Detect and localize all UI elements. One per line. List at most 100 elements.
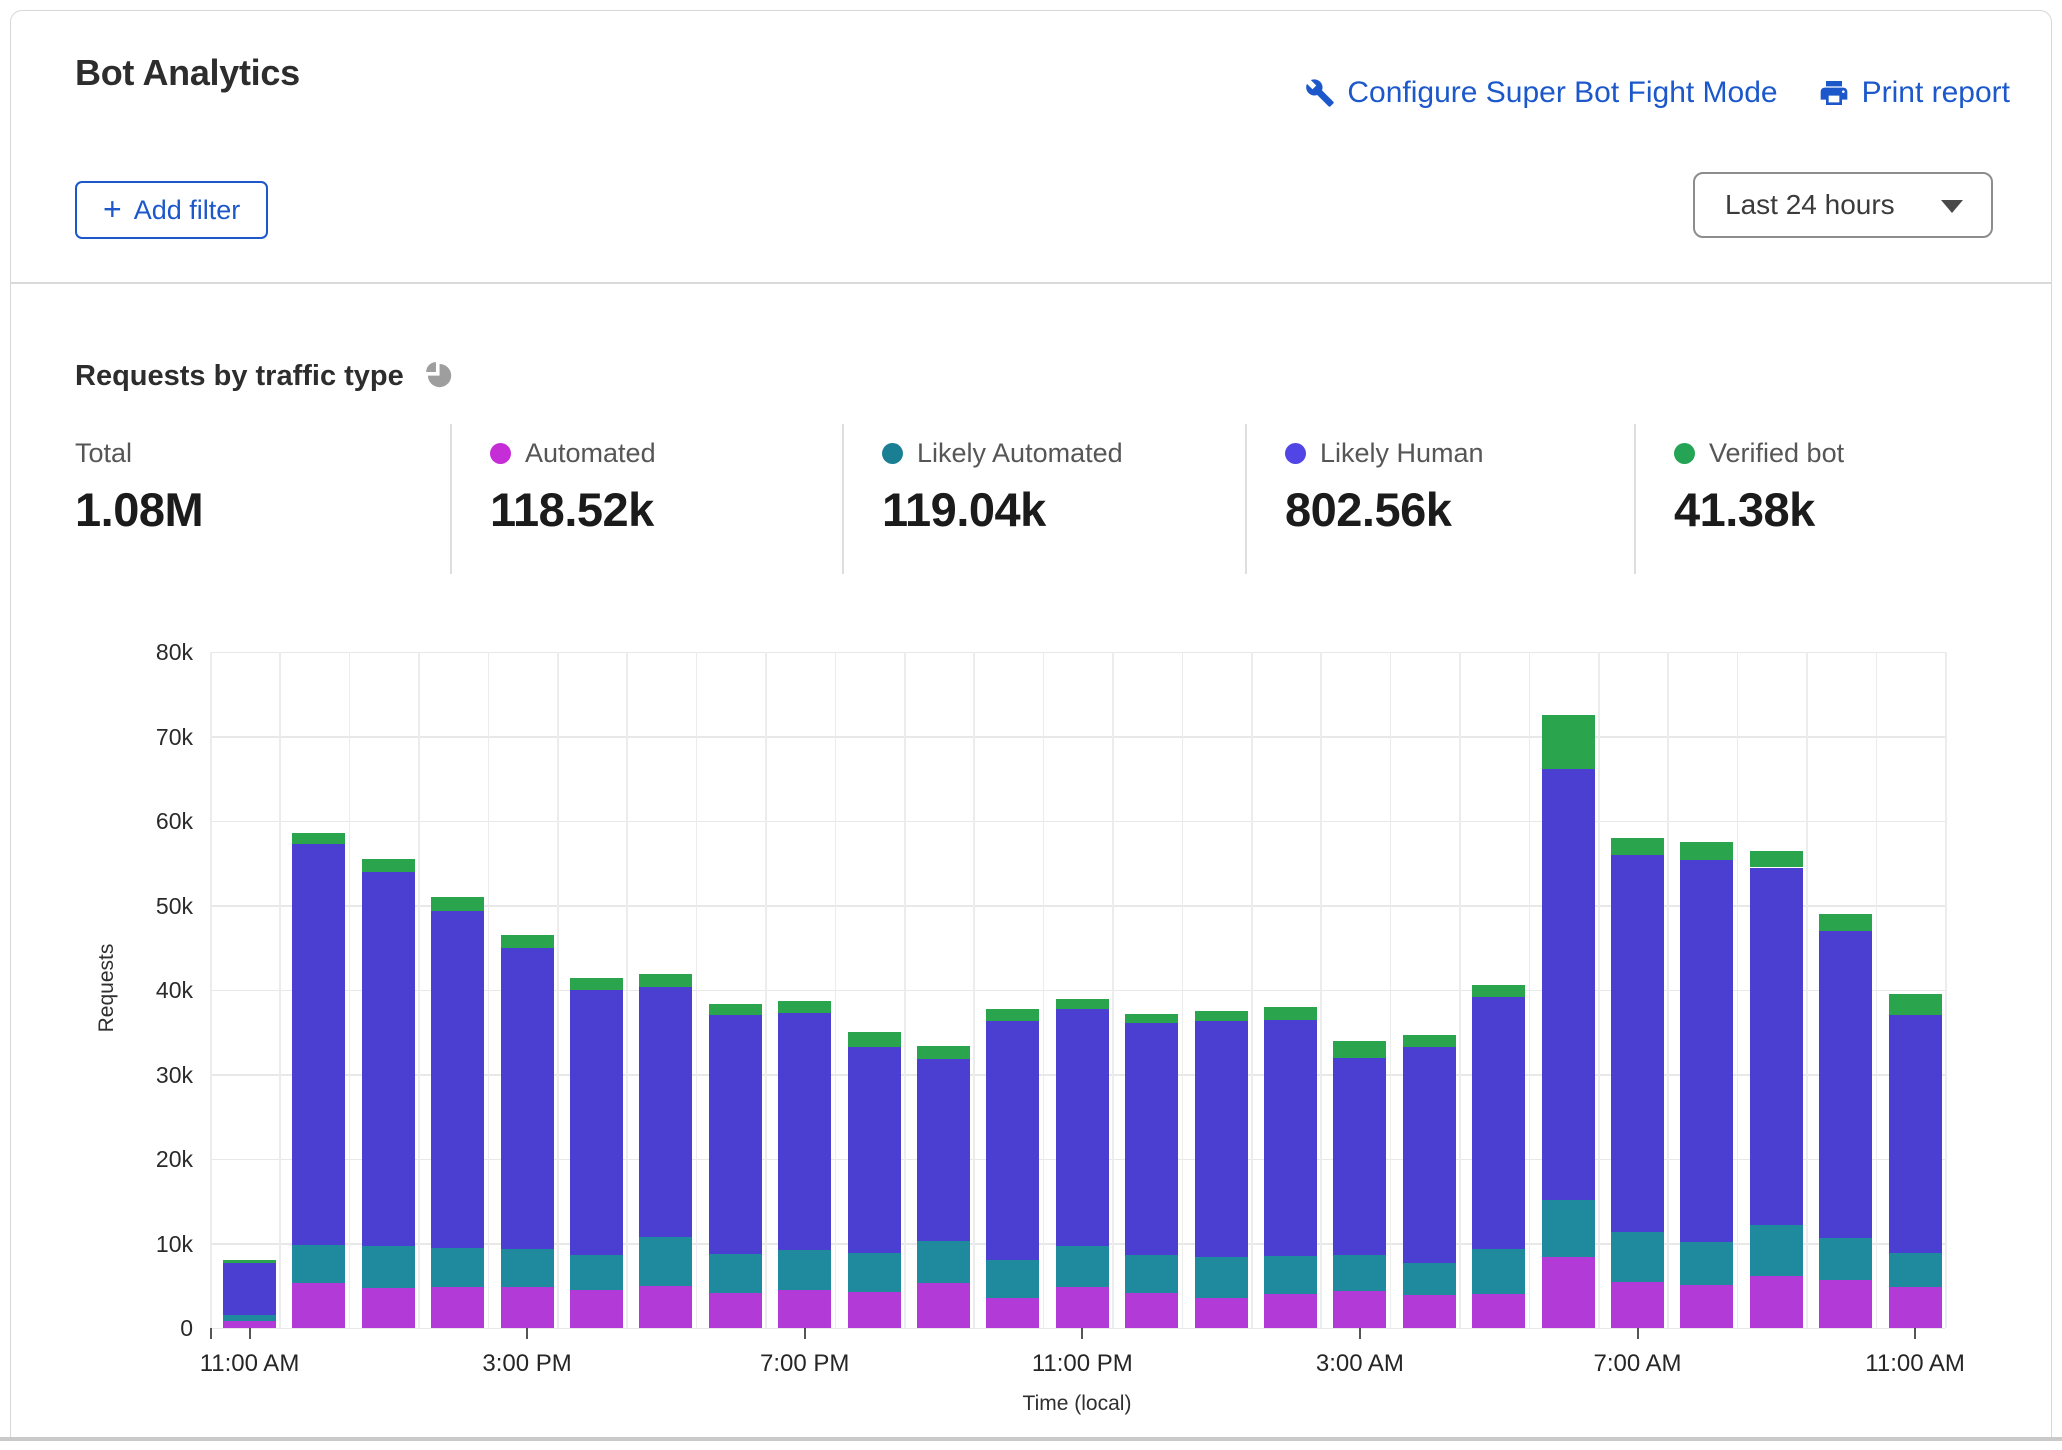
stacked-bar[interactable] (362, 652, 415, 1328)
bar-segment-likely-automated[interactable] (917, 1241, 970, 1283)
stacked-bar[interactable] (1750, 652, 1803, 1328)
bar-segment-automated[interactable] (1125, 1293, 1178, 1328)
bar-segment-likely-automated[interactable] (1611, 1232, 1664, 1283)
stacked-bar[interactable] (1195, 652, 1248, 1328)
bar-segment-verified-bot[interactable] (1056, 999, 1109, 1008)
bar-segment-likely-human[interactable] (778, 1013, 831, 1250)
configure-super-bot-fight-mode-link[interactable]: Configure Super Bot Fight Mode (1305, 76, 1777, 110)
bar-segment-likely-automated[interactable] (778, 1250, 831, 1290)
bar-segment-likely-human[interactable] (709, 1015, 762, 1253)
bar-segment-verified-bot[interactable] (1750, 851, 1803, 868)
bar-segment-likely-automated[interactable] (362, 1246, 415, 1288)
bar-segment-likely-automated[interactable] (1264, 1256, 1317, 1294)
bar-segment-likely-human[interactable] (848, 1047, 901, 1253)
bar-segment-verified-bot[interactable] (431, 897, 484, 911)
stacked-bar[interactable] (1819, 652, 1872, 1328)
bar-segment-likely-human[interactable] (1403, 1047, 1456, 1263)
stacked-bar[interactable] (501, 652, 554, 1328)
bar-segment-automated[interactable] (1056, 1287, 1109, 1328)
bar-segment-likely-automated[interactable] (1403, 1263, 1456, 1295)
stacked-bar[interactable] (1680, 652, 1733, 1328)
bar-segment-verified-bot[interactable] (1403, 1035, 1456, 1047)
bar-segment-automated[interactable] (1889, 1287, 1942, 1328)
bar-segment-likely-human[interactable] (431, 911, 484, 1247)
bar-segment-automated[interactable] (223, 1321, 276, 1328)
stacked-bar[interactable] (709, 652, 762, 1328)
stacked-bar[interactable] (1056, 652, 1109, 1328)
stacked-bar[interactable] (1125, 652, 1178, 1328)
bar-segment-likely-human[interactable] (639, 987, 692, 1236)
bar-segment-likely-automated[interactable] (1056, 1246, 1109, 1287)
bar-segment-verified-bot[interactable] (1195, 1011, 1248, 1021)
bar-segment-likely-human[interactable] (501, 948, 554, 1249)
stacked-bar[interactable] (1264, 652, 1317, 1328)
bar-segment-automated[interactable] (1472, 1294, 1525, 1328)
bar-segment-likely-human[interactable] (1264, 1020, 1317, 1257)
bar-segment-automated[interactable] (1264, 1294, 1317, 1328)
bar-segment-verified-bot[interactable] (1611, 838, 1664, 855)
bar-segment-likely-automated[interactable] (1125, 1255, 1178, 1292)
stacked-bar[interactable] (1542, 652, 1595, 1328)
bar-segment-likely-automated[interactable] (1750, 1225, 1803, 1276)
bar-segment-likely-human[interactable] (986, 1021, 1039, 1260)
bar-segment-verified-bot[interactable] (778, 1001, 831, 1013)
bar-segment-automated[interactable] (986, 1298, 1039, 1328)
bar-segment-likely-automated[interactable] (292, 1245, 345, 1283)
bar-segment-likely-automated[interactable] (1472, 1249, 1525, 1294)
stacked-bar[interactable] (1611, 652, 1664, 1328)
bar-segment-likely-automated[interactable] (223, 1315, 276, 1321)
bar-segment-automated[interactable] (1195, 1298, 1248, 1328)
bar-segment-automated[interactable] (1542, 1257, 1595, 1328)
bar-segment-verified-bot[interactable] (1264, 1007, 1317, 1020)
bar-segment-likely-human[interactable] (1889, 1015, 1942, 1252)
bar-segment-likely-human[interactable] (1542, 769, 1595, 1201)
bar-segment-verified-bot[interactable] (1680, 842, 1733, 860)
stacked-bar[interactable] (1333, 652, 1386, 1328)
bar-segment-verified-bot[interactable] (1542, 715, 1595, 769)
bar-segment-automated[interactable] (1333, 1291, 1386, 1328)
bar-segment-likely-automated[interactable] (1680, 1242, 1733, 1285)
bar-segment-likely-automated[interactable] (848, 1253, 901, 1292)
bar-segment-likely-human[interactable] (1125, 1023, 1178, 1255)
bar-segment-likely-human[interactable] (292, 844, 345, 1245)
stacked-bar[interactable] (917, 652, 970, 1328)
bar-segment-automated[interactable] (709, 1293, 762, 1328)
bar-segment-likely-automated[interactable] (501, 1249, 554, 1287)
bar-segment-automated[interactable] (1819, 1280, 1872, 1328)
bar-segment-likely-automated[interactable] (1542, 1200, 1595, 1257)
stacked-bar[interactable] (848, 652, 901, 1328)
bar-segment-verified-bot[interactable] (1125, 1014, 1178, 1023)
bar-segment-likely-human[interactable] (570, 990, 623, 1254)
stacked-bar[interactable] (778, 652, 831, 1328)
bar-segment-automated[interactable] (292, 1283, 345, 1328)
bar-segment-likely-human[interactable] (1611, 855, 1664, 1232)
bar-segment-automated[interactable] (362, 1288, 415, 1328)
bar-segment-automated[interactable] (570, 1290, 623, 1328)
bar-segment-likely-automated[interactable] (639, 1237, 692, 1286)
stacked-bar[interactable] (1403, 652, 1456, 1328)
bar-segment-automated[interactable] (639, 1286, 692, 1328)
bar-segment-likely-automated[interactable] (570, 1255, 623, 1290)
bar-segment-likely-automated[interactable] (1889, 1253, 1942, 1288)
bar-segment-verified-bot[interactable] (1889, 994, 1942, 1015)
stacked-bar[interactable] (292, 652, 345, 1328)
stacked-bar[interactable] (431, 652, 484, 1328)
bar-segment-verified-bot[interactable] (639, 974, 692, 988)
bar-segment-automated[interactable] (1611, 1282, 1664, 1328)
bar-segment-likely-human[interactable] (223, 1263, 276, 1315)
bar-segment-verified-bot[interactable] (986, 1009, 1039, 1022)
bar-segment-verified-bot[interactable] (1819, 914, 1872, 931)
bar-segment-verified-bot[interactable] (501, 935, 554, 948)
bar-segment-likely-automated[interactable] (431, 1248, 484, 1288)
bar-segment-likely-automated[interactable] (1819, 1238, 1872, 1280)
add-filter-button[interactable]: + Add filter (75, 181, 268, 239)
bar-segment-verified-bot[interactable] (223, 1260, 276, 1263)
stacked-bar[interactable] (986, 652, 1039, 1328)
bar-segment-automated[interactable] (917, 1283, 970, 1328)
bar-segment-likely-human[interactable] (1333, 1058, 1386, 1255)
stacked-bar[interactable] (223, 652, 276, 1328)
bar-segment-automated[interactable] (431, 1287, 484, 1328)
stacked-bar[interactable] (1472, 652, 1525, 1328)
bar-segment-likely-human[interactable] (362, 872, 415, 1246)
bar-segment-likely-human[interactable] (1680, 860, 1733, 1242)
